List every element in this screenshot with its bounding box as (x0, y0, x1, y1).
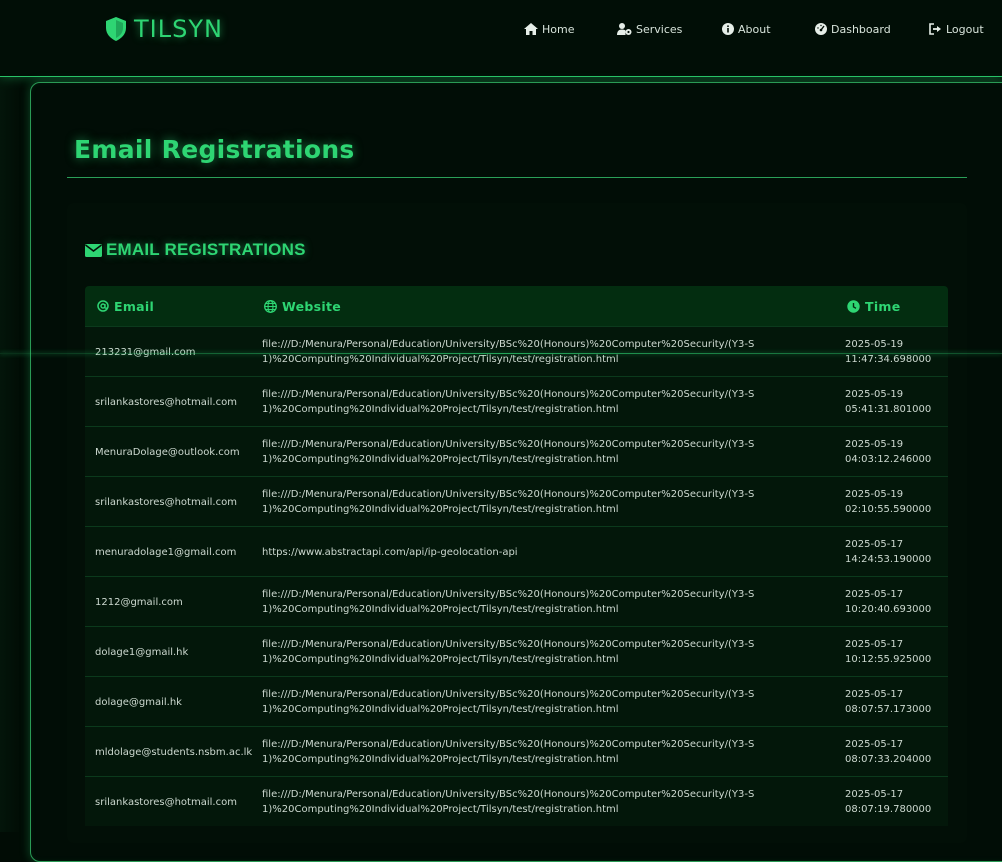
table-row: mldolage@students.nsbm.ac.lk file:///D:/… (85, 726, 948, 776)
time-cell: 2025-05-17 10:20:40.693000 (845, 589, 932, 615)
website-cell: file:///D:/Menura/Personal/Education/Uni… (262, 639, 755, 665)
website-cell: file:///D:/Menura/Personal/Education/Uni… (262, 589, 755, 615)
email-cell: dolage1@gmail.hk (95, 646, 189, 658)
nav-services[interactable]: Services (617, 20, 682, 38)
nav-dashboard-label: Dashboard (831, 22, 891, 36)
dashboard-icon (815, 23, 827, 35)
column-header-email-label: Email (114, 298, 155, 314)
website-cell: file:///D:/Menura/Personal/Education/Uni… (262, 789, 755, 815)
section-title: EMAIL REGISTRATIONS (85, 240, 306, 260)
website-cell: https://www.abstractapi.com/api/ip-geolo… (262, 546, 518, 558)
nav-logout[interactable]: Logout (929, 20, 984, 38)
clock-icon (847, 299, 860, 313)
registrations-table: Email Website Time 213231@gmail.com file… (85, 286, 948, 826)
time-cell: 2025-05-17 08:07:19.780000 (845, 789, 932, 815)
table-header: Email Website Time (85, 286, 948, 326)
email-cell: srilankastores@hotmail.com (95, 496, 237, 508)
time-cell: 2025-05-19 04:03:12.246000 (845, 439, 932, 465)
scan-line (0, 353, 1002, 354)
email-cell: 213231@gmail.com (95, 346, 196, 358)
email-cell: dolage@gmail.hk (95, 696, 182, 708)
column-header-time[interactable]: Time (847, 298, 901, 314)
table-row: MenuraDolage@outlook.com file:///D:/Menu… (85, 426, 948, 476)
website-cell: file:///D:/Menura/Personal/Education/Uni… (262, 339, 755, 365)
time-cell: 2025-05-19 02:10:55.590000 (845, 489, 932, 515)
table-row: srilankastores@hotmail.com file:///D:/Me… (85, 376, 948, 426)
time-cell: 2025-05-19 11:47:34.698000 (845, 339, 932, 365)
column-header-email[interactable]: Email (97, 298, 154, 314)
nav-about-label: About (738, 22, 771, 36)
time-cell: 2025-05-17 14:24:53.190000 (845, 539, 932, 565)
email-cell: MenuraDolage@outlook.com (95, 446, 240, 458)
page-title: Email Registrations (74, 135, 355, 164)
envelope-icon (85, 243, 102, 257)
nav-about[interactable]: About (722, 20, 771, 38)
table-row: menuradolage1@gmail.com https://www.abst… (85, 526, 948, 576)
table-row: srilankastores@hotmail.com file:///D:/Me… (85, 776, 948, 826)
email-cell: 1212@gmail.com (95, 596, 183, 608)
table-row: 1212@gmail.com file:///D:/Menura/Persona… (85, 576, 948, 626)
time-cell: 2025-05-17 08:07:33.204000 (845, 739, 932, 765)
nav-dashboard[interactable]: Dashboard (815, 20, 891, 38)
at-icon (97, 300, 109, 312)
table-row: srilankastores@hotmail.com file:///D:/Me… (85, 476, 948, 526)
email-cell: srilankastores@hotmail.com (95, 796, 237, 808)
main-nav: Home Services About Dashboard Logout (0, 20, 1002, 38)
nav-services-label: Services (636, 22, 683, 36)
email-cell: mldolage@students.nsbm.ac.lk (95, 746, 253, 758)
title-divider (67, 177, 967, 178)
table-row: 213231@gmail.com file:///D:/Menura/Perso… (85, 326, 948, 376)
website-cell: file:///D:/Menura/Personal/Education/Uni… (262, 389, 755, 415)
email-cell: menuradolage1@gmail.com (95, 546, 237, 558)
website-cell: file:///D:/Menura/Personal/Education/Uni… (262, 439, 755, 465)
info-icon (722, 23, 734, 35)
website-cell: file:///D:/Menura/Personal/Education/Uni… (262, 489, 755, 515)
nav-home-label: Home (542, 22, 575, 36)
globe-icon (264, 299, 277, 313)
website-cell: file:///D:/Menura/Personal/Education/Uni… (262, 689, 755, 715)
table-row: dolage1@gmail.hk file:///D:/Menura/Perso… (85, 626, 948, 676)
side-glow (0, 77, 22, 832)
logout-icon (929, 23, 942, 35)
navbar: TILSYN Home Services About Dashboard Log… (0, 0, 1002, 77)
email-cell: srilankastores@hotmail.com (95, 396, 237, 408)
section-title-text: EMAIL REGISTRATIONS (106, 240, 306, 259)
table-row: dolage@gmail.hk file:///D:/Menura/Person… (85, 676, 948, 726)
column-header-website[interactable]: Website (264, 298, 341, 314)
time-cell: 2025-05-19 05:41:31.801000 (845, 389, 932, 415)
time-cell: 2025-05-17 10:12:55.925000 (845, 639, 932, 665)
time-cell: 2025-05-17 08:07:57.173000 (845, 689, 932, 715)
column-header-website-label: Website (282, 298, 342, 314)
user-cog-icon (617, 23, 632, 35)
nav-logout-label: Logout (946, 22, 984, 36)
home-icon (524, 23, 538, 35)
website-cell: file:///D:/Menura/Personal/Education/Uni… (262, 739, 755, 765)
nav-home[interactable]: Home (524, 20, 574, 38)
column-header-time-label: Time (865, 298, 901, 314)
